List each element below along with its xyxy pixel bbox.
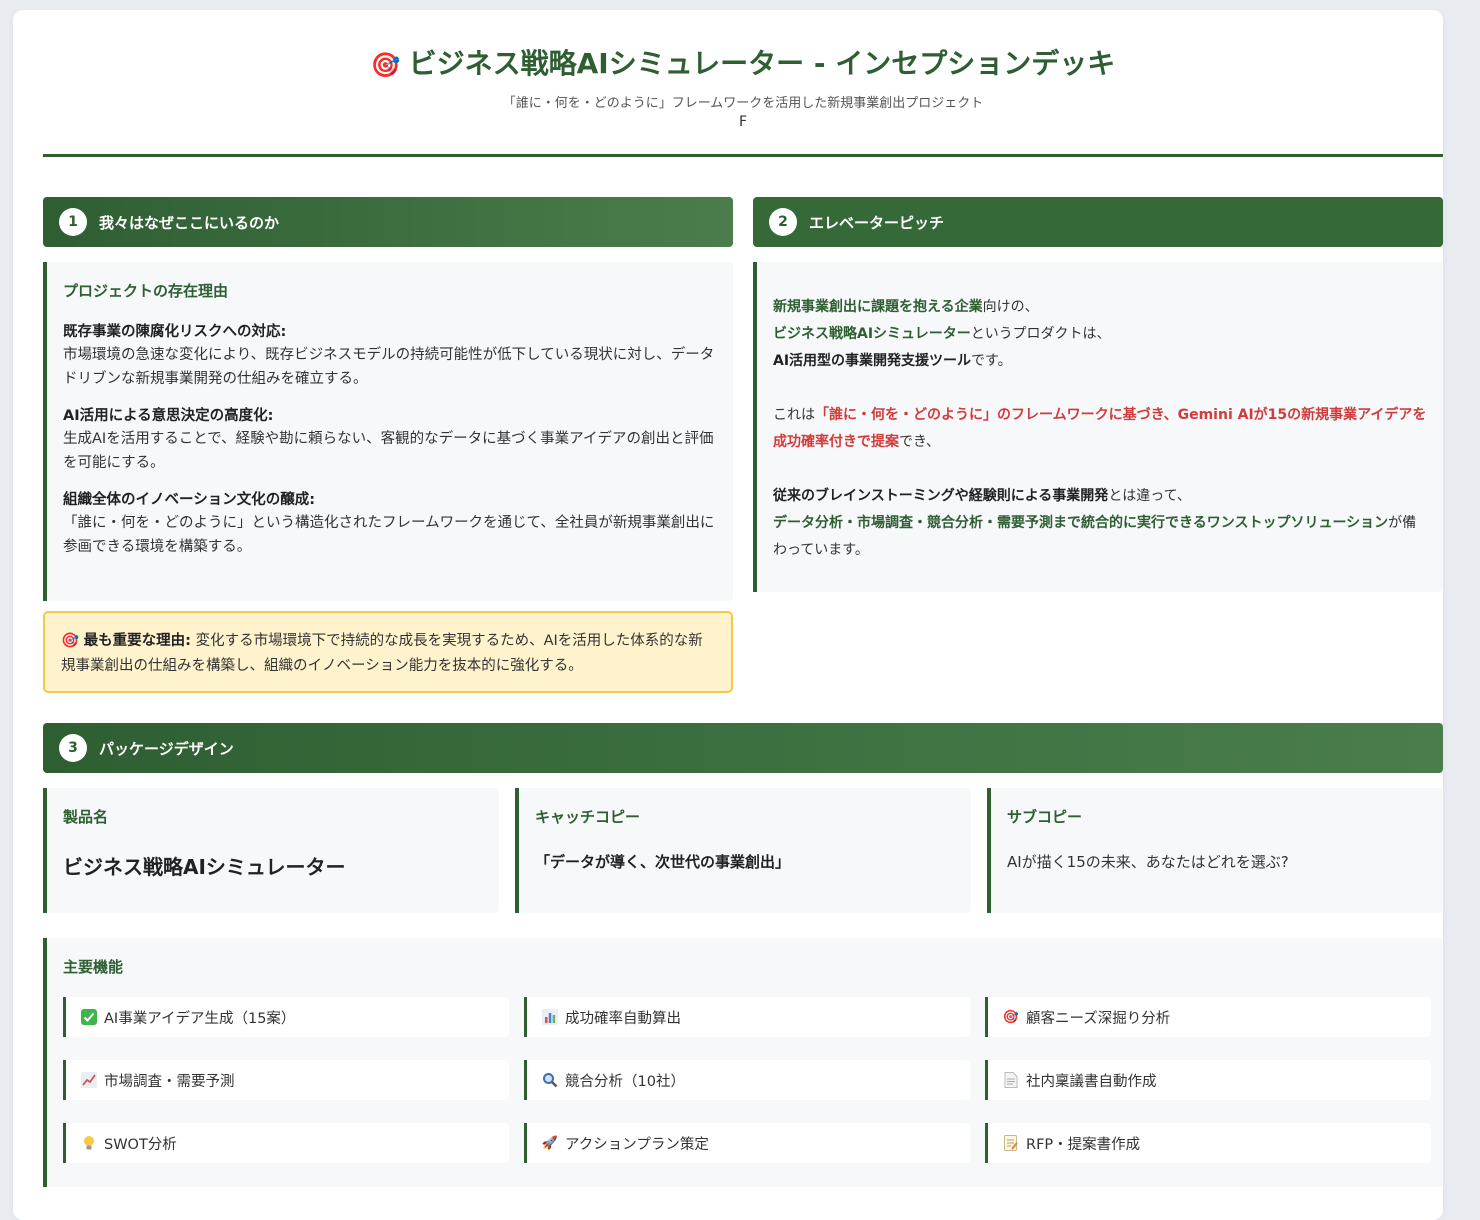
reason-title: 組織全体のイノベーション文化の醸成: [63,492,316,508]
catch-copy-label: キャッチコピー [535,808,641,826]
catch-copy-value: 「データが導く、次世代の事業創出」 [535,853,791,871]
reason-item: AI活用による意思決定の高度化: 生成AIを活用することで、経験や勘に頼らない、… [63,405,717,475]
feature-label: 顧客ニーズ深掘り分析 [1026,1010,1171,1027]
pitch-product: ビジネス戦略AIシミュレーター [773,326,971,342]
pitch-category: AI活用型の事業開発支援ツール [773,353,972,369]
product-name-value: ビジネス戦略AIシミュレーター [63,855,346,879]
feature-label: 社内稟議書自動作成 [1026,1073,1157,1090]
section3-title: パッケージデザイン [99,739,234,758]
reason-title: 既存事業の陳腐化リスクへの対応: [63,324,287,340]
feature-label: AI事業アイデア生成（15案） [104,1010,296,1027]
feature-item: 🎯 顧客ニーズ深掘り分析 [985,997,1431,1037]
section1-title: 我々はなぜここにいるのか [99,213,280,232]
section2-panel: 新規事業創出に課題を抱える企業向けの、 ビジネス戦略AIシミュレーターというプロ… [753,262,1443,592]
feature-item: AI事業アイデア生成（15案） [63,997,509,1037]
feature-item: 🚀 アクションプラン策定 [524,1123,970,1163]
feature-label: 競合分析（10社） [565,1073,685,1090]
sub-copy-label: サブコピー [1007,808,1083,826]
elevator-pitch: 新規事業創出に課題を抱える企業向けの、 ビジネス戦略AIシミュレーターというプロ… [773,294,1427,564]
reason-item: 既存事業の陳腐化リスクへの対応: 市場環境の急速な変化により、既存ビジネスモデル… [63,321,717,391]
section3-header: 3 パッケージデザイン [43,723,1443,773]
reason-title: AI活用による意思決定の高度化: [63,408,274,424]
document-icon [1002,1072,1020,1088]
features-panel: 主要機能 AI事業アイデア生成（15案） 成功確率自動算出 🎯 顧客ニーズ深掘り… [43,938,1443,1187]
page-title: 🎯 ビジネス戦略AIシミュレーター - インセプションデッキ [43,42,1443,82]
feature-item: 社内稟議書自動作成 [985,1060,1431,1100]
pitch-text: です。 [971,353,1012,369]
check-icon [80,1009,98,1025]
page-subtitle: 「誰に・何を・どのように」フレームワークを活用した新規事業創出プロジェクト [502,96,984,111]
reason-description: 市場環境の急速な変化により、既存ビジネスモデルの持続可能性が低下している現状に対… [63,347,715,387]
catch-copy-box: キャッチコピー 「データが導く、次世代の事業創出」 [515,788,971,913]
feature-item: 成功確率自動算出 [524,997,970,1037]
features-title: 主要機能 [63,958,124,976]
section3-number: 3 [59,734,87,762]
lightbulb-icon [80,1135,98,1151]
product-name-label: 製品名 [63,808,109,826]
feature-item: 競合分析（10社） [524,1060,970,1100]
pitch-text: でき、 [899,434,941,450]
reason-description: 生成AIを活用することで、経験や勘に頼らない、客観的なデータに基づく事業アイデア… [63,431,714,471]
sub-copy-value: AIが描く15の未来、あなたはどれを選ぶ? [1007,853,1289,871]
pitch-benefit: 「誰に・何を・どのように」のフレームワークに基づき、Gemini AIが15の新… [773,407,1427,450]
feature-item: 市場調査・需要予測 [63,1060,509,1100]
section2-number: 2 [769,208,797,236]
section1-panel: プロジェクトの存在理由 既存事業の陳腐化リスクへの対応: 市場環境の急速な変化に… [43,262,733,601]
target-icon: 🎯 [370,51,401,79]
feature-item: SWOT分析 [63,1123,509,1163]
pitch-text: というプロダクトは、 [970,326,1111,342]
inception-deck-card: 🎯 ビジネス戦略AIシミュレーター - インセプションデッキ 「誰に・何を・どのよ… [13,10,1443,1220]
feature-label: SWOT分析 [104,1136,177,1153]
important-reason-callout: 🎯 最も重要な理由: 変化する市場環境下で持続的な成長を実現するため、AIを活用… [43,611,733,693]
pitch-text: 向けの、 [982,299,1039,315]
pitch-text: とは違って、 [1108,488,1191,504]
section1-header: 1 我々はなぜここにいるのか [43,197,733,247]
target-icon: 🎯 [61,633,80,649]
feature-item: RFP・提案書作成 [985,1123,1431,1163]
feature-label: RFP・提案書作成 [1026,1136,1141,1153]
feature-label: 市場調査・需要予測 [104,1073,235,1090]
bar-chart-icon [541,1009,559,1025]
feature-label: 成功確率自動算出 [565,1010,681,1027]
line-chart-icon [80,1072,98,1088]
pitch-target: 新規事業創出に課題を抱える企業 [773,299,983,315]
pitch-competitor: 従来のブレインストーミングや経験則による事業開発 [773,488,1109,504]
pitch-differentiator: データ分析・市場調査・競合分析・需要予測まで統合的に実行できるワンストップソリュ… [773,515,1389,531]
magnifier-icon [541,1072,559,1088]
page-subline: F [738,114,748,130]
product-name-box: 製品名 ビジネス戦略AIシミュレーター [43,788,499,913]
target-icon: 🎯 [1002,1009,1020,1025]
features-grid: AI事業アイデア生成（15案） 成功確率自動算出 🎯 顧客ニーズ深掘り分析 市場… [63,997,1431,1163]
section2-header: 2 エレベーターピッチ [753,197,1443,247]
sub-copy-box: サブコピー AIが描く15の未来、あなたはどれを選ぶ? [987,788,1443,913]
page-title-text: ビジネス戦略AIシミュレーター - インセプションデッキ [408,47,1116,80]
section1-panel-title: プロジェクトの存在理由 [63,282,229,300]
reason-description: 「誰に・何を・どのように」という構造化されたフレームワークを通じて、全社員が新規… [63,515,715,555]
reason-item: 組織全体のイノベーション文化の醸成: 「誰に・何を・どのように」という構造化され… [63,489,717,559]
section2-title: エレベーターピッチ [809,213,945,232]
feature-label: アクションプラン策定 [565,1136,709,1153]
page-header: 🎯 ビジネス戦略AIシミュレーター - インセプションデッキ 「誰に・何を・どのよ… [43,10,1443,157]
rocket-icon: 🚀 [541,1135,559,1151]
memo-icon [1002,1135,1020,1151]
pitch-text: これは [773,407,815,423]
section1-number: 1 [59,208,87,236]
important-reason-label: 最も重要な理由: [83,633,191,649]
